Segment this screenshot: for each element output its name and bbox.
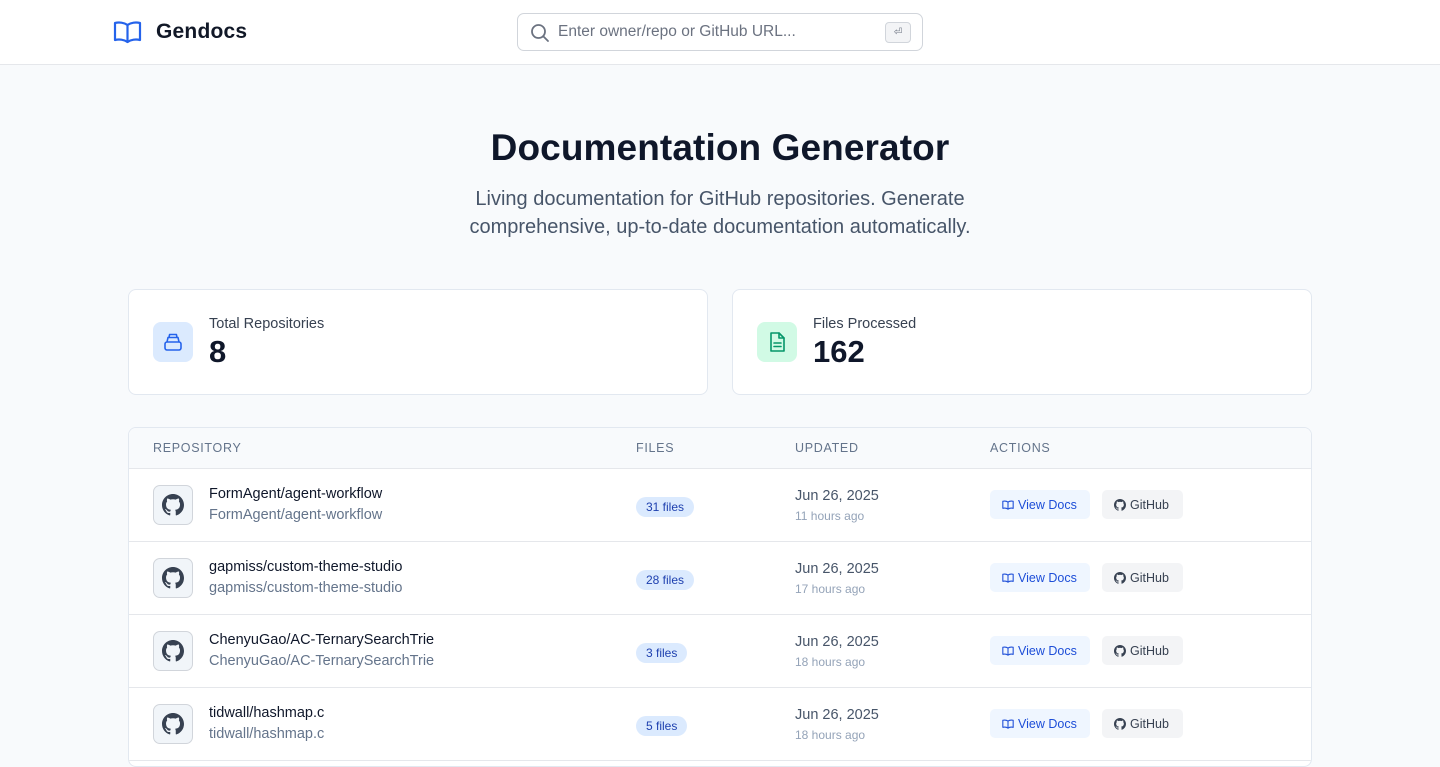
- updated-date: Jun 26, 2025: [795, 707, 879, 723]
- view-docs-button[interactable]: View Docs: [990, 563, 1090, 592]
- github-label: GitHub: [1130, 570, 1169, 585]
- repo-path: ChenyuGao/AC-TernarySearchTrie: [209, 653, 435, 669]
- book-icon: [1002, 573, 1014, 583]
- repo-path: tidwall/hashmap.c: [209, 726, 325, 742]
- view-docs-label: View Docs: [1018, 716, 1077, 731]
- table-row[interactable]: tidwall/hashmap.c tidwall/hashmap.c 5 fi…: [129, 688, 1311, 761]
- stat-card-repositories: Total Repositories 8: [128, 289, 708, 395]
- files-count-badge: 3 files: [636, 643, 688, 663]
- github-icon: [153, 704, 193, 744]
- github-icon: [1114, 571, 1126, 584]
- view-docs-button[interactable]: View Docs: [990, 490, 1090, 519]
- github-icon: [153, 558, 193, 598]
- github-icon: [153, 485, 193, 525]
- top-header: Gendocs ⏎: [0, 0, 1440, 65]
- view-docs-label: View Docs: [1018, 643, 1077, 658]
- page-subtitle: Living documentation for GitHub reposito…: [469, 188, 971, 238]
- stat-value: 162: [813, 334, 865, 369]
- updated-relative: 11 hours ago: [795, 509, 865, 523]
- enter-key-hint: ⏎: [885, 22, 911, 43]
- github-link-button[interactable]: GitHub: [1102, 490, 1183, 519]
- repo-name[interactable]: tidwall/hashmap.c: [209, 705, 324, 721]
- table-row[interactable]: gapmiss/custom-theme-studio gapmiss/cust…: [129, 542, 1311, 615]
- search-input[interactable]: [558, 14, 888, 50]
- book-icon: [1002, 646, 1014, 656]
- repo-search[interactable]: ⏎: [517, 13, 923, 51]
- repo-name[interactable]: FormAgent/agent-workflow: [209, 486, 382, 502]
- stat-label: Total Repositories: [209, 316, 325, 332]
- files-count-badge: 28 files: [636, 570, 695, 590]
- updated-date: Jun 26, 2025: [795, 634, 879, 650]
- files-count-badge: 5 files: [636, 716, 688, 736]
- github-link-button[interactable]: GitHub: [1102, 636, 1183, 665]
- github-icon: [1114, 717, 1126, 730]
- column-header-actions: ACTIONS: [990, 441, 1051, 455]
- table-row[interactable]: FormAgent/agent-workflow FormAgent/agent…: [129, 469, 1311, 542]
- stat-label: Files Processed: [813, 316, 917, 332]
- github-icon: [1114, 644, 1126, 657]
- updated-date: Jun 26, 2025: [795, 488, 879, 504]
- search-icon: [530, 23, 550, 48]
- updated-date: Jun 26, 2025: [795, 561, 879, 577]
- github-icon: [1114, 498, 1126, 511]
- github-label: GitHub: [1130, 643, 1169, 658]
- view-docs-button[interactable]: View Docs: [990, 709, 1090, 738]
- updated-relative: 17 hours ago: [795, 582, 866, 596]
- view-docs-label: View Docs: [1018, 570, 1077, 585]
- github-label: GitHub: [1130, 497, 1169, 512]
- updated-relative: 18 hours ago: [795, 728, 866, 742]
- files-count-badge: 31 files: [636, 497, 695, 517]
- stat-value: 8: [209, 334, 227, 369]
- book-icon: [113, 20, 142, 44]
- github-icon: [153, 631, 193, 671]
- file-icon: [757, 322, 797, 362]
- github-link-button[interactable]: GitHub: [1102, 709, 1183, 738]
- page-title: Documentation Generator: [490, 127, 950, 168]
- column-header-updated[interactable]: UPDATED: [795, 441, 859, 455]
- view-docs-label: View Docs: [1018, 497, 1077, 512]
- brand-name: Gendocs: [156, 20, 248, 43]
- github-label: GitHub: [1130, 716, 1169, 731]
- stat-card-files: Files Processed 162: [732, 289, 1312, 395]
- view-docs-button[interactable]: View Docs: [990, 636, 1090, 665]
- updated-relative: 18 hours ago: [795, 655, 866, 669]
- repo-name[interactable]: ChenyuGao/AC-TernarySearchTrie: [209, 632, 434, 648]
- column-header-files[interactable]: FILES: [636, 441, 674, 455]
- book-icon: [1002, 500, 1014, 510]
- repo-path: FormAgent/agent-workflow: [209, 507, 383, 523]
- repositories-table: REPOSITORY FILES UPDATED ACTIONS FormAge…: [128, 427, 1312, 767]
- github-link-button[interactable]: GitHub: [1102, 563, 1183, 592]
- repo-path: gapmiss/custom-theme-studio: [209, 580, 403, 596]
- table-row[interactable]: ChenyuGao/AC-TernarySearchTrie ChenyuGao…: [129, 615, 1311, 688]
- column-header-repository[interactable]: REPOSITORY: [153, 441, 242, 455]
- repository-icon: [153, 322, 193, 362]
- brand[interactable]: Gendocs: [113, 17, 247, 47]
- table-header: REPOSITORY FILES UPDATED ACTIONS: [129, 428, 1311, 469]
- repo-name[interactable]: gapmiss/custom-theme-studio: [209, 559, 402, 575]
- book-icon: [1002, 719, 1014, 729]
